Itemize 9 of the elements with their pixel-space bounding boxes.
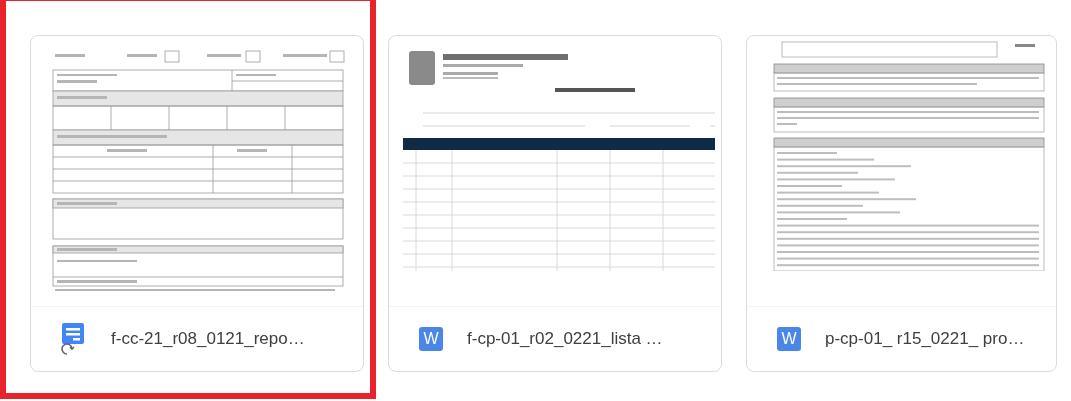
file-card[interactable]: W p-cp-01_ r15_0221_ pro… [746, 35, 1057, 372]
file-name: p-cp-01_ r15_0221_ pro… [825, 329, 1025, 349]
form-file-icon [61, 322, 87, 356]
file-card[interactable]: f-cc-21_r08_0121_repo… [30, 35, 364, 372]
file-name: f-cp-01_r02_0221_lista … [467, 329, 663, 349]
file-card[interactable]: W f-cp-01_r02_0221_lista … [388, 35, 722, 372]
file-name: f-cc-21_r08_0121_repo… [111, 329, 305, 349]
document-file-icon: W [419, 327, 443, 351]
document-file-icon: W [777, 327, 801, 351]
